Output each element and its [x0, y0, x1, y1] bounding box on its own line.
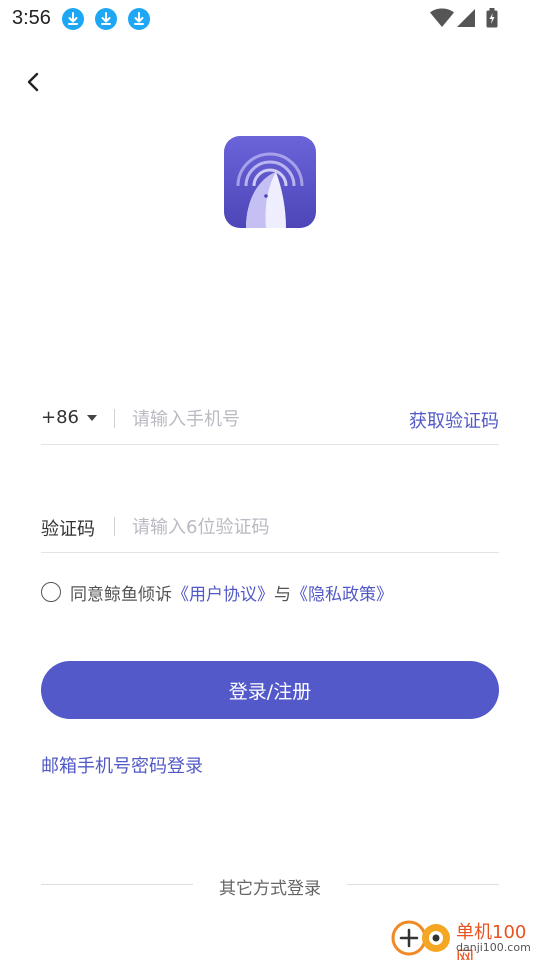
agreement-radio[interactable]: [41, 582, 61, 602]
whale-logo-icon: [224, 136, 316, 228]
divider: [114, 517, 115, 536]
wifi-icon: [430, 8, 454, 27]
get-code-button[interactable]: 获取验证码: [409, 407, 499, 433]
other-login-methods-label: 其它方式登录: [219, 879, 321, 899]
agreement-prefix: 同意鲸鱼倾诉: [70, 584, 172, 605]
phone-row: +86 获取验证码: [41, 393, 499, 445]
code-input[interactable]: [132, 511, 432, 543]
chevron-left-icon: [27, 72, 39, 92]
user-agreement-link[interactable]: 《用户协议》: [172, 580, 274, 605]
country-code: +86: [41, 407, 79, 428]
email-phone-password-login-link[interactable]: 邮箱手机号密码登录: [41, 752, 203, 778]
signal-icon: [457, 9, 475, 27]
download-icon: [62, 8, 84, 30]
agreement-conjunction: 与: [274, 584, 291, 605]
app-logo: [224, 136, 316, 228]
privacy-policy-link[interactable]: 《隐私政策》: [291, 580, 393, 605]
caret-down-icon: [87, 414, 97, 421]
battery-icon: [486, 8, 498, 28]
country-code-selector[interactable]: +86: [41, 407, 97, 428]
code-row: 验证码: [41, 501, 499, 553]
download-icon: [95, 8, 117, 30]
back-button[interactable]: [18, 66, 48, 98]
divider: [114, 409, 115, 428]
login-register-button[interactable]: 登录/注册: [41, 661, 499, 719]
phone-input[interactable]: [132, 403, 382, 435]
code-label: 验证码: [41, 519, 95, 540]
watermark-en: danji100.com: [456, 941, 531, 954]
watermark: 单机100网 danji100.com: [390, 914, 540, 960]
status-bar: 3:56: [0, 0, 540, 38]
system-icons: [430, 8, 502, 30]
watermark-logo-icon: [391, 920, 450, 956]
status-time: 3:56: [12, 7, 51, 29]
download-icon: [128, 8, 150, 30]
agreement: 同意鲸鱼倾诉 《用户协议》 与 《隐私政策》: [41, 580, 393, 605]
